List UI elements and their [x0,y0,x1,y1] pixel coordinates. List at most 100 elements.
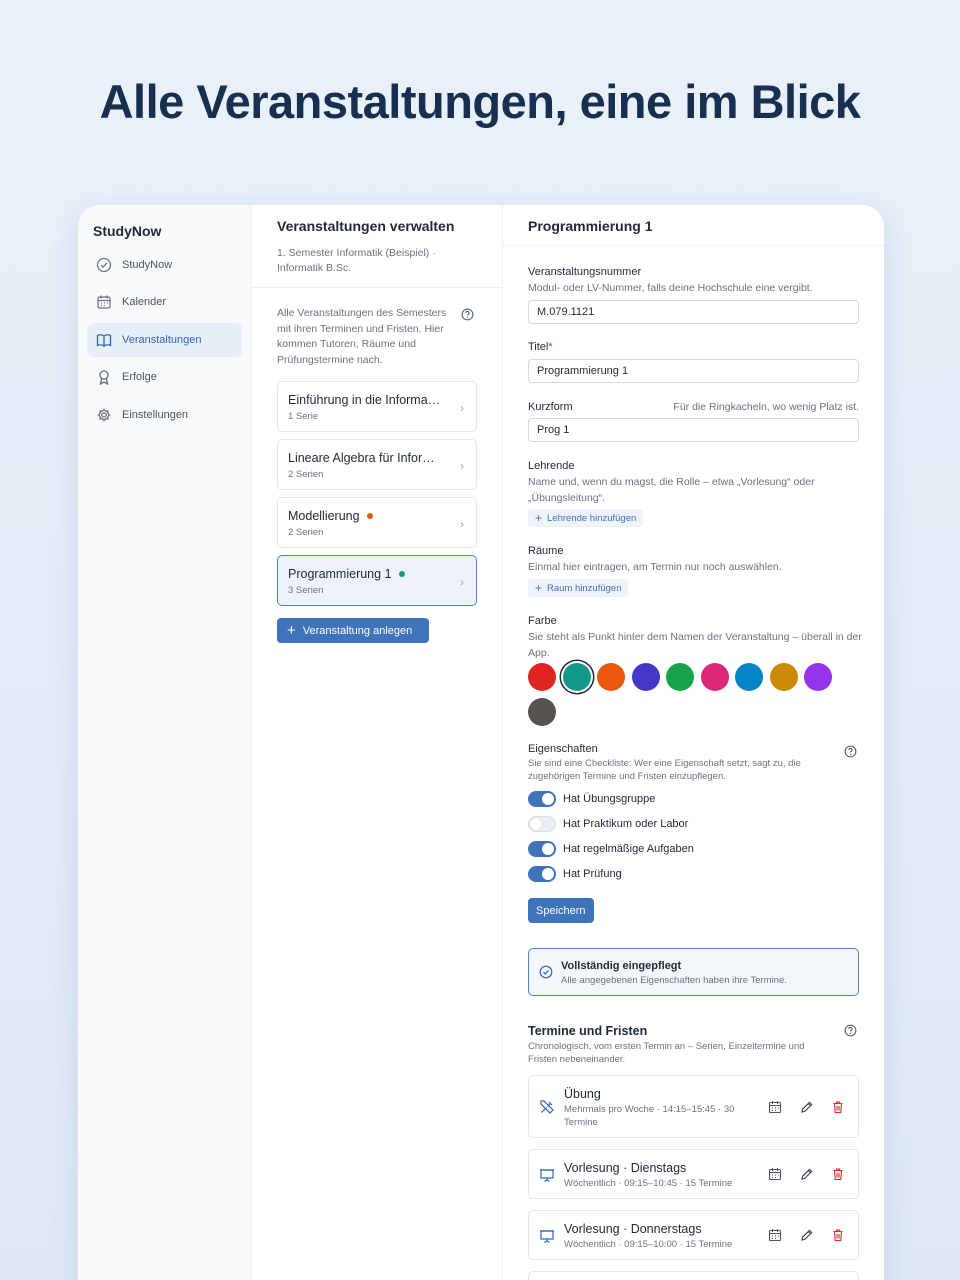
help-icon[interactable] [844,745,857,758]
color-swatch[interactable] [528,663,556,691]
check-circle-icon [96,257,112,273]
term-subtitle: Wöchentlich · 09:15–10:00 · 15 Termine [564,1239,733,1250]
color-dot [398,570,405,577]
trash-icon[interactable] [831,1228,845,1242]
sidebar-item-veranstaltungen[interactable]: Veranstaltungen [87,323,242,357]
color-swatch[interactable] [735,663,763,691]
lecturers-hint: Name und, wenn du magst, die Rolle – etw… [528,476,815,504]
course-card[interactable]: Einführung in die Informa… 1 Serie › [277,381,477,432]
color-swatch[interactable] [562,663,591,691]
calendar-icon[interactable] [768,1100,782,1114]
color-swatch[interactable] [700,663,729,691]
shortform-hint: Für die Ringkacheln, wo wenig Platz ist. [673,401,859,413]
sidebar-item-einstellungen[interactable]: Einstellungen [87,398,242,432]
calendar-icon [96,294,112,310]
sidebar-item-kalender[interactable]: Kalender [87,285,242,319]
color-swatch[interactable] [804,663,832,691]
help-icon[interactable] [461,308,474,321]
properties-label: Eigenschaften [528,743,598,755]
title-input[interactable]: Programmierung 1 [528,359,859,383]
plus-icon: + [287,622,296,639]
term-card[interactable]: Vorlesung · Dienstags Wöchentlich · 09:1… [528,1149,859,1199]
course-card[interactable]: Lineare Algebra für Infor… 2 Serien › [277,439,477,490]
toggle-praktikum[interactable] [528,816,556,832]
color-swatch[interactable] [769,663,798,691]
calendar-icon[interactable] [768,1228,782,1242]
toggle-knob [530,818,542,830]
tools-icon [539,1099,555,1115]
trash-icon[interactable] [831,1100,845,1114]
course-card-selected[interactable]: Programmierung 1 3 Serien › [277,555,477,606]
sidebar-item-erfolge[interactable]: Erfolge [87,360,242,394]
chevron-right-icon: › [460,459,464,473]
number-hint: Modul- oder LV-Nummer, falls deine Hochs… [528,282,813,294]
status-subtitle: Alle angegebenen Eigenschaften haben ihr… [561,975,787,986]
save-button[interactable]: Speichern [528,898,594,923]
toggle-knob [542,793,554,805]
divider [503,245,884,246]
term-card[interactable]: Übung Mehrmals pro Woche · 14:15–15:45 ·… [528,1075,859,1138]
term-subtitle: Mehrmals pro Woche · 14:15–15:45 · 30 Te… [564,1104,735,1128]
help-icon[interactable] [844,1024,857,1037]
add-room-button[interactable]: + Raum hinzufügen [528,579,629,597]
sidebar-item-studynow[interactable]: StudyNow [87,248,242,282]
calendar-icon[interactable] [768,1167,782,1181]
course-name: Einführung in die Informa… [288,393,441,407]
detail-title: Programmierung 1 [528,218,653,234]
gear-icon [96,407,112,423]
completion-status: Vollständig eingepflegt Alle angegebenen… [528,948,859,996]
course-name: Programmierung 1 [288,567,405,581]
toggle-label: Hat Übungsgruppe [563,793,656,805]
plus-icon: + [535,511,543,525]
award-icon [96,369,112,385]
book-icon [96,332,112,348]
button-label: Lehrende hinzufügen [547,512,637,524]
term-card[interactable] [528,1271,859,1280]
check-circle-icon [539,965,553,979]
shortform-input[interactable]: Prog 1 [528,418,859,442]
pencil-icon[interactable] [800,1228,814,1242]
trash-icon[interactable] [831,1167,845,1181]
toggle-aufgaben[interactable] [528,841,556,857]
color-dot [366,512,373,519]
semester-subtitle: 1. Semester Informatik (Beispiel) · Info… [277,247,436,274]
add-course-button[interactable]: + Veranstaltung anlegen [277,618,429,643]
color-swatch[interactable] [666,663,694,691]
rooms-hint: Einmal hier eintragen, am Termin nur noc… [528,561,782,573]
course-number-input[interactable]: M.079.1121 [528,300,859,324]
sidebar-item-label: StudyNow [122,259,173,271]
section-hint: Chronologisch, vom ersten Termin an – Se… [528,1041,805,1065]
chevron-right-icon: › [460,401,464,415]
sidebar-item-label: Veranstaltungen [122,334,202,346]
term-title: Vorlesung · Dienstags [564,1161,687,1175]
pencil-icon[interactable] [800,1167,814,1181]
pencil-icon[interactable] [800,1100,814,1114]
panel-title: Veranstaltungen verwalten [277,218,455,234]
term-title: Übung [564,1087,601,1101]
app-window: StudyNow StudyNow Kalender Veranstaltung… [78,205,884,1280]
sidebar-item-label: Einstellungen [122,409,189,421]
course-series-count: 2 Serien [288,527,324,538]
page-headline: Alle Veranstaltungen, eine im Blick [99,75,861,128]
sidebar-item-label: Kalender [122,296,167,308]
color-swatch[interactable] [597,663,625,691]
course-card[interactable]: Modellierung 2 Serien › [277,497,477,548]
toggle-pruefung[interactable] [528,866,556,882]
sidebar-item-label: Erfolge [122,371,157,383]
divider [252,287,503,288]
color-label: Farbe [528,615,557,627]
toggle-knob [542,843,554,855]
lecturers-label: Lehrende [528,460,575,472]
toggle-label: Hat Praktikum oder Labor [563,818,689,830]
add-lecturer-button[interactable]: + Lehrende hinzufügen [528,509,644,527]
toggle-uebungsgruppe[interactable] [528,791,556,807]
color-swatch[interactable] [631,663,660,691]
course-series-count: 3 Serien [288,585,324,596]
rooms-label: Räume [528,545,564,557]
properties-hint: Sie sind eine Checkliste: Wer eine Eigen… [528,758,801,782]
button-label: Veranstaltung anlegen [302,624,413,637]
term-card[interactable]: Vorlesung · Donnerstags Wöchentlich · 09… [528,1210,859,1260]
color-swatch[interactable] [528,698,556,726]
color-hint: Sie steht als Punkt hinter dem Namen der… [528,631,862,659]
toggle-label: Hat regelmäßige Aufgaben [563,843,694,855]
